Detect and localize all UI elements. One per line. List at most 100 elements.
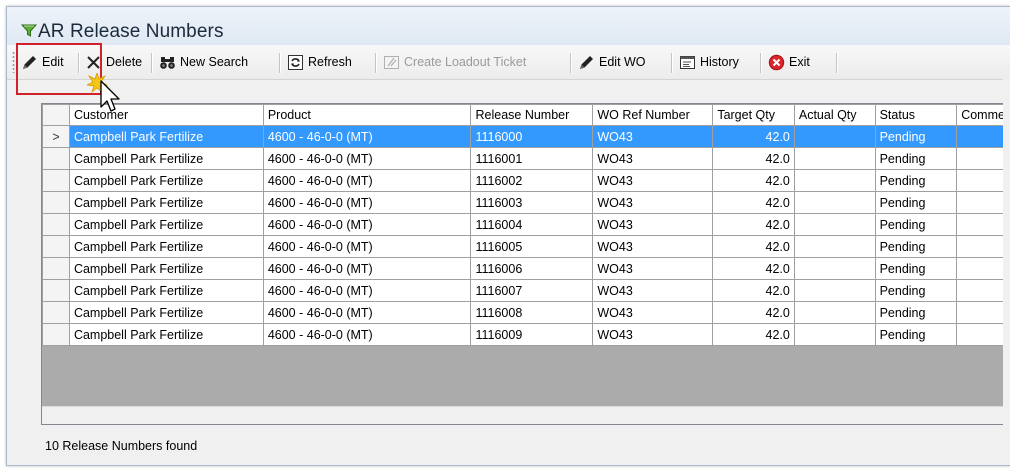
table-row[interactable]: Campbell Park Fertilize 4600 - 46-0-0 (M… — [42, 213, 1010, 236]
cell-product[interactable]: 4600 - 46-0-0 (MT) — [262, 191, 472, 214]
cell-status[interactable]: Pending — [874, 213, 958, 236]
cell-product[interactable]: 4600 - 46-0-0 (MT) — [262, 323, 472, 346]
cell-comments[interactable] — [956, 257, 1010, 280]
cell-actual-qty[interactable] — [793, 323, 876, 346]
cell-comments[interactable] — [956, 191, 1010, 214]
cell-customer[interactable]: Campbell Park Fertilize — [68, 125, 264, 148]
cell-customer[interactable]: Campbell Park Fertilize — [68, 213, 264, 236]
cell-target-qty[interactable]: 42.0 — [712, 301, 795, 324]
cell-status[interactable]: Pending — [874, 235, 958, 258]
cell-customer[interactable]: Campbell Park Fertilize — [68, 323, 264, 346]
create-loadout-ticket-button[interactable]: Create Loadout Ticket — [383, 50, 526, 74]
cell-comments[interactable] — [956, 125, 1010, 148]
cell-product[interactable]: 4600 - 46-0-0 (MT) — [262, 125, 472, 148]
cell-target-qty[interactable]: 42.0 — [712, 323, 795, 346]
cell-status[interactable]: Pending — [874, 301, 958, 324]
cell-customer[interactable]: Campbell Park Fertilize — [68, 257, 264, 280]
cell-target-qty[interactable]: 42.0 — [712, 213, 795, 236]
cell-target-qty[interactable]: 42.0 — [712, 125, 795, 148]
cell-actual-qty[interactable] — [793, 191, 876, 214]
table-row[interactable]: Campbell Park Fertilize 4600 - 46-0-0 (M… — [42, 257, 1010, 280]
cell-comments[interactable] — [956, 169, 1010, 192]
cell-customer[interactable]: Campbell Park Fertilize — [68, 279, 264, 302]
cell-comments[interactable] — [956, 323, 1010, 346]
cell-actual-qty[interactable] — [793, 147, 876, 170]
cell-target-qty[interactable]: 42.0 — [712, 169, 795, 192]
cell-wo-ref-number[interactable]: WO43 — [592, 147, 714, 170]
cell-release-number[interactable]: 1116002 — [470, 169, 594, 192]
cell-wo-ref-number[interactable]: WO43 — [592, 279, 714, 302]
cell-product[interactable]: 4600 - 46-0-0 (MT) — [262, 147, 472, 170]
row-header-corner[interactable] — [42, 104, 70, 126]
cell-release-number[interactable]: 1116000 — [470, 125, 594, 148]
column-header-wo-ref-number[interactable]: WO Ref Number — [592, 104, 714, 126]
cell-actual-qty[interactable] — [793, 279, 876, 302]
cell-actual-qty[interactable] — [793, 125, 876, 148]
cell-comments[interactable] — [956, 235, 1010, 258]
cell-wo-ref-number[interactable]: WO43 — [592, 191, 714, 214]
row-selector[interactable] — [42, 235, 70, 258]
cell-customer[interactable]: Campbell Park Fertilize — [68, 169, 264, 192]
column-header-comments[interactable]: Comme — [956, 104, 1010, 126]
edit-wo-button[interactable]: Edit WO — [578, 50, 646, 74]
row-selector[interactable] — [42, 213, 70, 236]
cell-wo-ref-number[interactable]: WO43 — [592, 257, 714, 280]
column-header-target-qty[interactable]: Target Qty — [712, 104, 795, 126]
history-button[interactable]: History — [679, 50, 739, 74]
table-row[interactable]: Campbell Park Fertilize 4600 - 46-0-0 (M… — [42, 301, 1010, 324]
cell-customer[interactable]: Campbell Park Fertilize — [68, 191, 264, 214]
cell-status[interactable]: Pending — [874, 147, 958, 170]
cell-customer[interactable]: Campbell Park Fertilize — [68, 235, 264, 258]
row-selector[interactable] — [42, 147, 70, 170]
cell-release-number[interactable]: 1116004 — [470, 213, 594, 236]
cell-wo-ref-number[interactable]: WO43 — [592, 213, 714, 236]
cell-target-qty[interactable]: 42.0 — [712, 279, 795, 302]
cell-wo-ref-number[interactable]: WO43 — [592, 301, 714, 324]
cell-wo-ref-number[interactable]: WO43 — [592, 323, 714, 346]
cell-product[interactable]: 4600 - 46-0-0 (MT) — [262, 301, 472, 324]
table-row[interactable]: Campbell Park Fertilize 4600 - 46-0-0 (M… — [42, 191, 1010, 214]
cell-status[interactable]: Pending — [874, 125, 958, 148]
cell-comments[interactable] — [956, 147, 1010, 170]
row-selector[interactable] — [42, 301, 70, 324]
cell-status[interactable]: Pending — [874, 191, 958, 214]
toolbar-grip[interactable] — [12, 51, 15, 73]
table-row[interactable]: > Campbell Park Fertilize 4600 - 46-0-0 … — [42, 125, 1010, 148]
cell-target-qty[interactable]: 42.0 — [712, 235, 795, 258]
column-header-product[interactable]: Product — [262, 104, 472, 126]
cell-customer[interactable]: Campbell Park Fertilize — [68, 147, 264, 170]
column-header-release-number[interactable]: Release Number — [470, 104, 594, 126]
cell-actual-qty[interactable] — [793, 169, 876, 192]
row-selector[interactable] — [42, 191, 70, 214]
cell-actual-qty[interactable] — [793, 213, 876, 236]
table-row[interactable]: Campbell Park Fertilize 4600 - 46-0-0 (M… — [42, 235, 1010, 258]
cell-release-number[interactable]: 1116007 — [470, 279, 594, 302]
cell-wo-ref-number[interactable]: WO43 — [592, 125, 714, 148]
cell-wo-ref-number[interactable]: WO43 — [592, 169, 714, 192]
column-header-actual-qty[interactable]: Actual Qty — [793, 104, 876, 126]
cell-product[interactable]: 4600 - 46-0-0 (MT) — [262, 279, 472, 302]
cell-wo-ref-number[interactable]: WO43 — [592, 235, 714, 258]
cell-comments[interactable] — [956, 213, 1010, 236]
exit-button[interactable]: Exit — [768, 50, 810, 74]
row-selector[interactable] — [42, 257, 70, 280]
cell-comments[interactable] — [956, 279, 1010, 302]
row-selector[interactable] — [42, 169, 70, 192]
cell-status[interactable]: Pending — [874, 169, 958, 192]
row-selector[interactable] — [42, 323, 70, 346]
cell-actual-qty[interactable] — [793, 235, 876, 258]
new-search-button[interactable]: New Search — [159, 50, 248, 74]
cell-product[interactable]: 4600 - 46-0-0 (MT) — [262, 235, 472, 258]
cell-status[interactable]: Pending — [874, 279, 958, 302]
table-row[interactable]: Campbell Park Fertilize 4600 - 46-0-0 (M… — [42, 147, 1010, 170]
row-selector[interactable] — [42, 279, 70, 302]
table-row[interactable]: Campbell Park Fertilize 4600 - 46-0-0 (M… — [42, 323, 1010, 346]
cell-release-number[interactable]: 1116006 — [470, 257, 594, 280]
column-header-status[interactable]: Status — [874, 104, 958, 126]
cell-customer[interactable]: Campbell Park Fertilize — [68, 301, 264, 324]
cell-target-qty[interactable]: 42.0 — [712, 257, 795, 280]
cell-actual-qty[interactable] — [793, 257, 876, 280]
cell-product[interactable]: 4600 - 46-0-0 (MT) — [262, 257, 472, 280]
cell-target-qty[interactable]: 42.0 — [712, 191, 795, 214]
cell-release-number[interactable]: 1116009 — [470, 323, 594, 346]
